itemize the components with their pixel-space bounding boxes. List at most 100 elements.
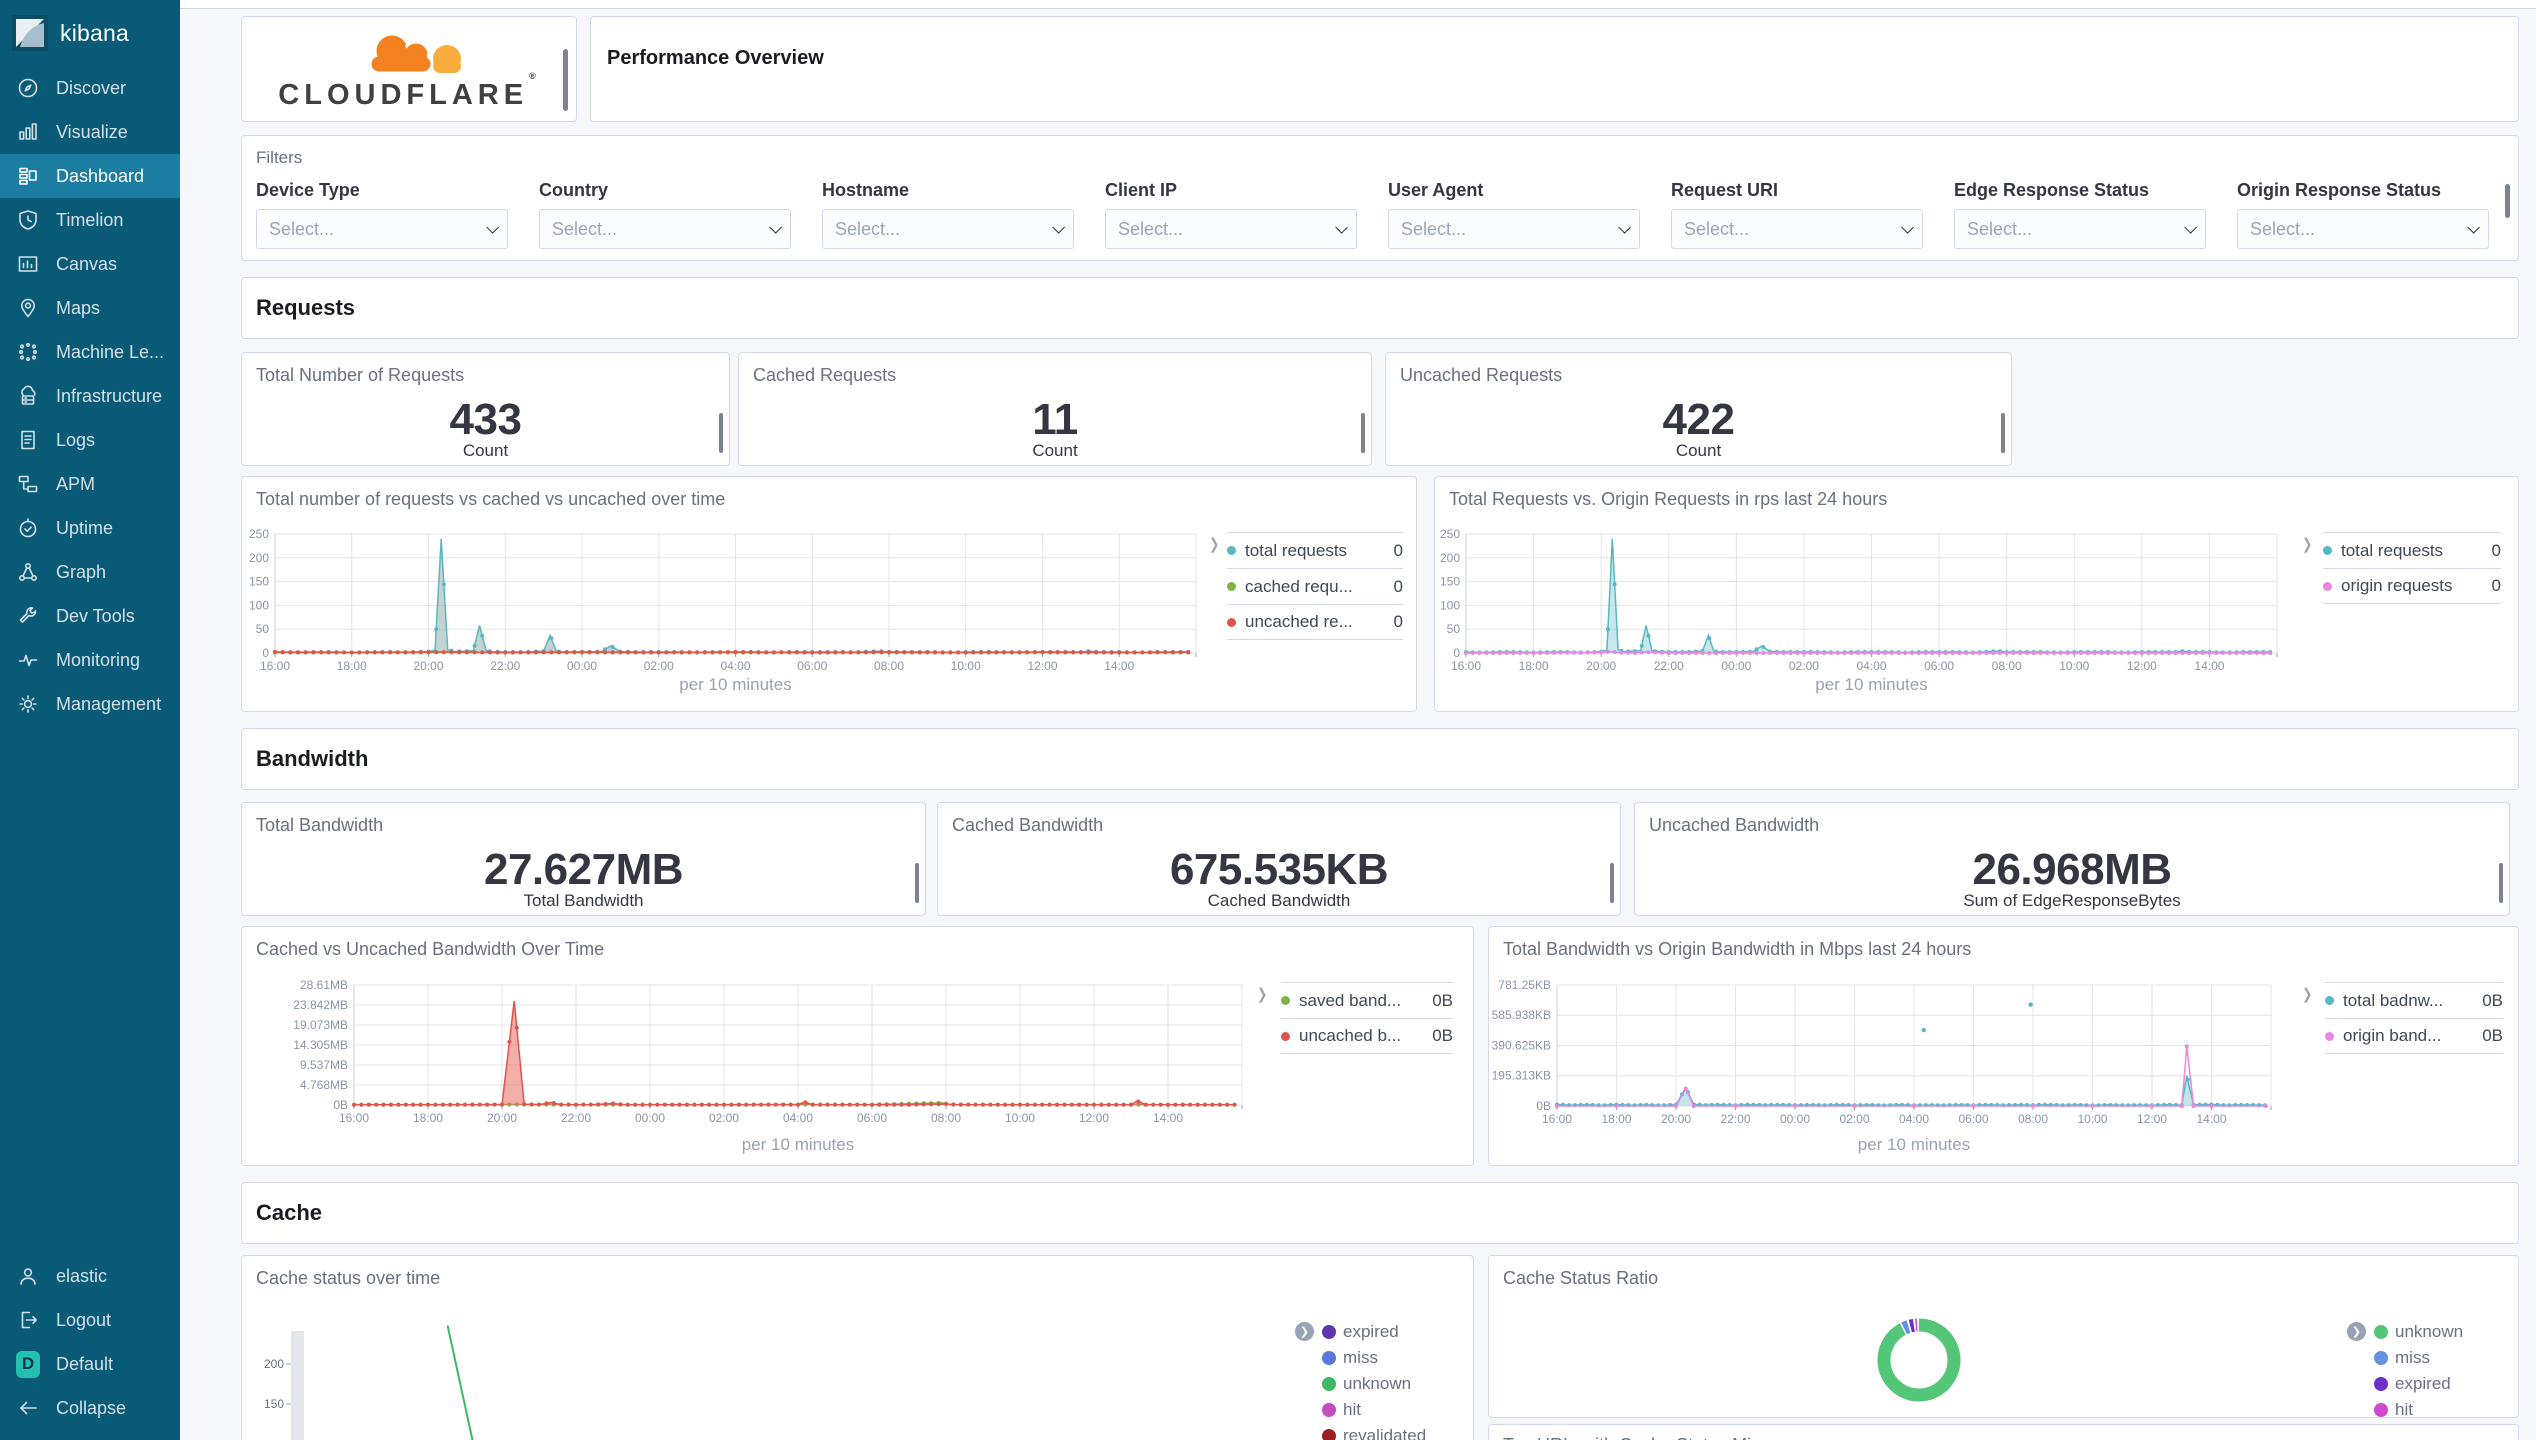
svg-text:9.537MB: 9.537MB — [300, 1058, 348, 1072]
legend-item-origin-band[interactable]: origin band... 0B — [2325, 1018, 2503, 1054]
sidebar-footer-item-collapse[interactable]: Collapse — [0, 1386, 180, 1430]
sidebar-item-label: Logout — [56, 1309, 112, 1330]
legend-collapse-icon[interactable]: ❯ — [2302, 535, 2312, 553]
metric-subtitle: Cached Bandwidth — [1207, 891, 1351, 910]
donut-slice-unknown[interactable] — [1877, 1318, 1961, 1402]
discover-icon — [16, 76, 40, 100]
sidebar-item-canvas[interactable]: Canvas — [0, 242, 180, 286]
sidebar-item-machine-le[interactable]: Machine Le... — [0, 330, 180, 374]
sidebar-footer-item-logout[interactable]: Logout — [0, 1298, 180, 1342]
requests-vs-origin-chart[interactable]: 16:00 18:00 20:00 22:00 00:00 02:00 04:00 06:00… — [1435, 522, 2301, 682]
chart-legend: ❯ expired miss unknown hit revalidated — [1295, 1319, 1426, 1440]
svg-text:22:00: 22:00 — [561, 1111, 591, 1125]
legend-item-saved-band[interactable]: saved band... 0B — [1281, 982, 1453, 1018]
filter-select[interactable]: Select... — [539, 209, 791, 249]
chart-legend: total badnw... 0B origin band... 0B — [2325, 982, 2503, 1054]
svg-text:04:00: 04:00 — [783, 1111, 813, 1125]
filter-select[interactable]: Select... — [2237, 209, 2489, 249]
svg-text:16:00: 16:00 — [339, 1111, 369, 1125]
svg-text:14:00: 14:00 — [1104, 659, 1134, 673]
filter-field-origin-response-status: Origin Response Status Select... — [2237, 180, 2489, 249]
filter-select[interactable]: Select... — [1388, 209, 1640, 249]
legend-item-hit[interactable]: hit — [2374, 1397, 2463, 1417]
legend-item-miss[interactable]: miss — [1322, 1345, 1426, 1371]
metric-value: 675.535KB — [1169, 845, 1389, 894]
performance-overview-panel: Performance Overview — [590, 16, 2519, 122]
cached-vs-uncached-bandwidth-chart-panel: Cached vs Uncached Bandwidth Over Time 1… — [241, 926, 1474, 1166]
legend-label: miss — [1343, 1348, 1378, 1367]
filter-label: Client IP — [1105, 180, 1178, 200]
sidebar-item-discover[interactable]: Discover — [0, 66, 180, 110]
filter-select[interactable]: Select... — [256, 209, 508, 249]
sidebar-item-uptime[interactable]: Uptime — [0, 506, 180, 550]
sidebar-item-logs[interactable]: Logs — [0, 418, 180, 462]
sidebar-item-management[interactable]: Management — [0, 682, 180, 726]
svg-text:200: 200 — [1440, 551, 1460, 565]
legend-item-miss[interactable]: miss — [2374, 1345, 2463, 1371]
cache-section-title: Cache — [256, 1200, 323, 1225]
cached-vs-uncached-bandwidth-chart[interactable]: 16:00 18:00 20:00 22:00 00:00 02:00 04:00 06:00… — [242, 975, 1252, 1140]
select-placeholder: Select... — [1118, 218, 1184, 239]
panel-scrollbar-thumb[interactable] — [915, 863, 919, 903]
panel-scrollbar-thumb[interactable] — [563, 49, 568, 111]
legend-collapse-icon[interactable]: ❯ — [1295, 1322, 1314, 1341]
management-icon — [16, 692, 40, 716]
legend-item-unknown[interactable]: unknown — [2374, 1319, 2463, 1345]
total-vs-origin-bandwidth-chart[interactable]: 16:00 18:00 20:00 22:00 00:00 02:00 04:00 06:00… — [1489, 975, 2289, 1140]
kibana-logo[interactable]: kibana — [0, 0, 180, 66]
cache-status-over-time-chart[interactable]: 200150Count — [242, 1276, 1472, 1440]
filter-select[interactable]: Select... — [822, 209, 1074, 249]
legend-item-expired[interactable]: expired — [1322, 1319, 1426, 1345]
sidebar-item-dev-tools[interactable]: Dev Tools — [0, 594, 180, 638]
sidebar-item-label: Maps — [56, 297, 101, 318]
panel-scrollbar-thumb[interactable] — [1610, 863, 1614, 903]
chevron-down-icon — [1335, 220, 1348, 234]
filter-select[interactable]: Select... — [1105, 209, 1357, 249]
legend-item-hit[interactable]: hit — [1322, 1397, 1426, 1423]
legend-item-unknown[interactable]: unknown — [1322, 1371, 1426, 1397]
cache-status-ratio-donut[interactable] — [1876, 1317, 1962, 1403]
sidebar-item-dashboard[interactable]: Dashboard — [0, 154, 180, 198]
panel-scrollbar-thumb[interactable] — [2001, 413, 2005, 453]
legend-value: 0B — [2482, 990, 2503, 1010]
legend-item-total-requests[interactable]: total requests 0 — [1227, 532, 1403, 568]
sidebar-item-visualize[interactable]: Visualize — [0, 110, 180, 154]
legend-item-revalidated[interactable]: revalidated — [1322, 1423, 1426, 1440]
panel-scrollbar-thumb[interactable] — [719, 413, 723, 453]
sidebar-item-timelion[interactable]: Timelion — [0, 198, 180, 242]
legend-dot — [2374, 1325, 2388, 1339]
sidebar-footer-item-default[interactable]: D Default — [0, 1342, 180, 1386]
sidebar-item-infrastructure[interactable]: Infrastructure — [0, 374, 180, 418]
filter-select[interactable]: Select... — [1954, 209, 2206, 249]
requests-over-time-chart[interactable]: 16:00 18:00 20:00 22:00 00:00 02:00 04:00 06:00… — [242, 522, 1212, 682]
legend-item-uncached-re[interactable]: uncached re... 0 — [1227, 604, 1403, 640]
sidebar-item-graph[interactable]: Graph — [0, 550, 180, 594]
sidebar-item-maps[interactable]: Maps — [0, 286, 180, 330]
legend-item-total-requests[interactable]: total requests 0 — [2323, 532, 2501, 568]
chevron-down-icon — [1618, 220, 1631, 234]
legend-item-uncached-b[interactable]: uncached b... 0B — [1281, 1018, 1453, 1054]
legend-collapse-icon[interactable]: ❯ — [1209, 535, 1219, 553]
legend-collapse-icon[interactable]: ❯ — [1257, 985, 1267, 1003]
legend-collapse-icon[interactable]: ❯ — [2347, 1322, 2366, 1341]
devtools-icon — [16, 604, 40, 628]
metric-title: Cached Bandwidth — [952, 815, 1104, 835]
svg-text:04:00: 04:00 — [1856, 659, 1886, 673]
filter-label: Edge Response Status — [1954, 180, 2150, 200]
legend-item-expired[interactable]: expired — [2374, 1371, 2463, 1397]
metric-card-cached-bandwidth: Cached Bandwidth 675.535KB Cached Bandwidt… — [937, 802, 1621, 916]
sidebar-item-monitoring[interactable]: Monitoring — [0, 638, 180, 682]
panel-scrollbar-thumb[interactable] — [2499, 863, 2503, 903]
legend-item-total-badnw[interactable]: total badnw... 0B — [2325, 982, 2503, 1018]
panel-scrollbar-thumb[interactable] — [2505, 184, 2510, 218]
legend-dot — [1322, 1325, 1336, 1339]
filter-select[interactable]: Select... — [1671, 209, 1923, 249]
legend-item-cached-requ[interactable]: cached requ... 0 — [1227, 568, 1403, 604]
legend-item-origin-requests[interactable]: origin requests 0 — [2323, 568, 2501, 604]
sidebar-footer-item-elastic[interactable]: elastic — [0, 1254, 180, 1298]
legend-collapse-icon[interactable]: ❯ — [2302, 985, 2312, 1003]
legend-dot — [2325, 1031, 2334, 1041]
sidebar-item-apm[interactable]: APM — [0, 462, 180, 506]
svg-text:16:00: 16:00 — [1451, 659, 1481, 673]
panel-scrollbar-thumb[interactable] — [1361, 413, 1365, 453]
